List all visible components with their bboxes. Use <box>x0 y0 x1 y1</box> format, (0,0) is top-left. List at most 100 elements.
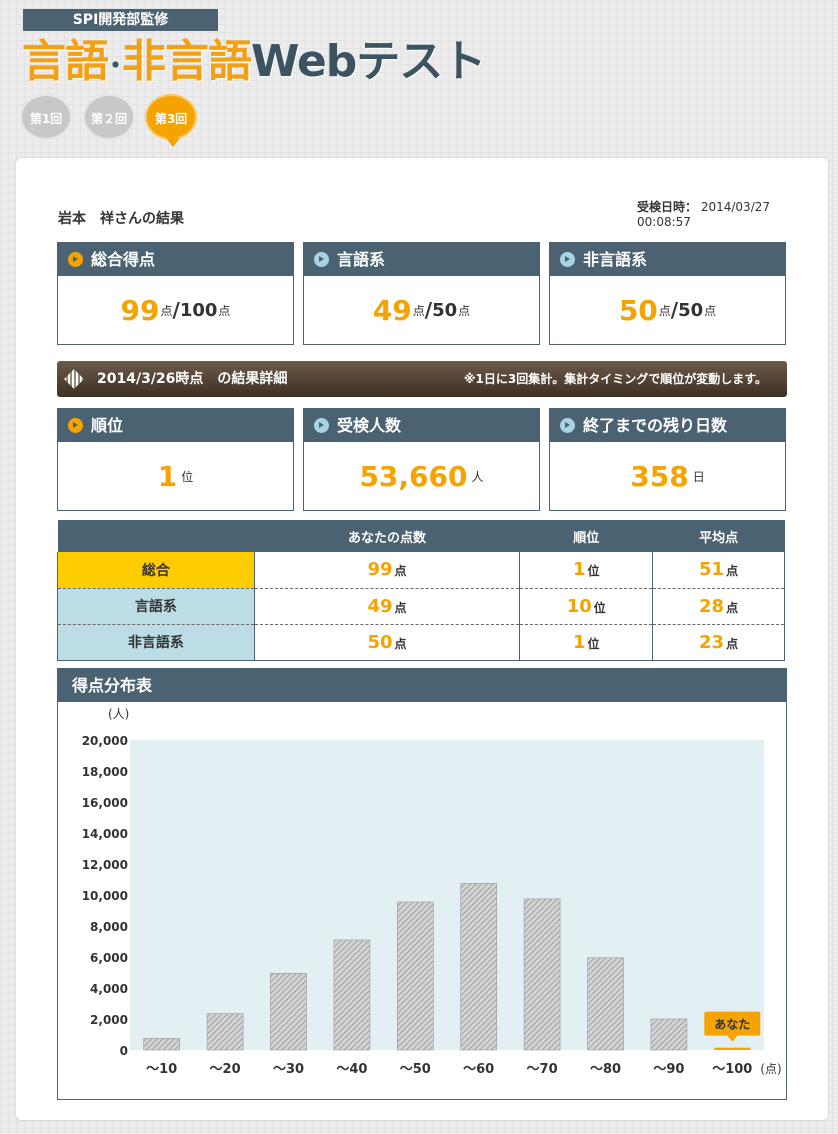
box-header: 言語系 <box>304 243 539 276</box>
table-header <box>57 520 255 552</box>
arrow-bullet-icon <box>68 417 83 433</box>
box-header: 総合得点 <box>58 243 293 276</box>
cell-unit: 位 <box>587 564 600 579</box>
bar <box>523 898 561 1051</box>
stat-value: 1 <box>157 459 178 493</box>
row-label: 総合 <box>57 552 255 589</box>
row-rank: 10 位 <box>519 588 653 625</box>
box-body: 358 日 <box>550 442 785 510</box>
you-marker-label: あなた <box>714 1018 750 1032</box>
result-name: 岩本 祥さんの結果 <box>58 211 184 227</box>
score-max-unit: 点 <box>704 303 717 318</box>
x-tick-label: 〜40 <box>336 1062 367 1077</box>
cell-value: 10 <box>566 595 592 617</box>
cell-unit: 点 <box>394 636 407 651</box>
box-body: 1位 <box>58 442 293 510</box>
score-max-unit: 点 <box>218 303 231 318</box>
box-title: 受検人数 <box>337 416 402 435</box>
bar <box>587 957 624 1051</box>
box-title: 非言語系 <box>583 250 648 269</box>
table-header: 順位 <box>519 520 653 552</box>
bar <box>143 1038 180 1051</box>
score-max: 50 <box>678 299 704 321</box>
logo-part-higengo: 非言語 <box>122 36 252 87</box>
round-tab-1[interactable]: 第1回 <box>20 94 72 140</box>
x-tick-label: 〜50 <box>400 1062 431 1077</box>
x-tick-label: 〜10 <box>146 1062 177 1077</box>
supervise-banner: SPI開発部監修 <box>23 9 218 31</box>
cell-value: 23 <box>699 631 725 653</box>
logo-part-gengo: 言語 <box>22 36 109 87</box>
row-score: 49 点 <box>253 588 520 625</box>
score-unit: 点 <box>160 303 173 318</box>
score-distribution-panel: 得点分布表 (人) 0 2,000 4,000 6,000 8,000 10,000 12,… <box>57 668 787 1100</box>
y-tick-label: 8,000 <box>90 920 128 934</box>
y-tick-label: 14,000 <box>82 827 128 841</box>
y-tick-label: 12,000 <box>82 858 128 872</box>
row-rank: 1位 <box>519 552 653 589</box>
round-tab-label: 第２回 <box>90 112 127 126</box>
box-header: 受検人数 <box>304 409 539 442</box>
cell-value: 99 <box>367 559 393 581</box>
score-table: あなたの点数 順位 平均点 総合 99 点 1位 51 点 言語系 49 点 10 位 … <box>57 520 785 661</box>
table-header: 平均点 <box>652 520 785 552</box>
arrow-bullet-icon <box>560 417 575 433</box>
arrow-bullet-icon <box>314 417 329 433</box>
box-title: 終了までの残り日数 <box>583 416 728 435</box>
nonverbal-score-box: 非言語系 50 点/50 点 <box>549 242 786 345</box>
x-tick-label: 〜70 <box>527 1062 558 1077</box>
verbal-score-box: 言語系 49 点/50 点 <box>303 242 540 345</box>
stat-unit: 人 <box>471 469 484 484</box>
row-label: 非言語系 <box>57 624 255 661</box>
row-avg: 23 点 <box>652 624 785 661</box>
plot-background <box>130 740 764 1050</box>
score-unit: 点 <box>412 303 425 318</box>
x-tick-label: 〜60 <box>463 1062 494 1077</box>
y-tick-label: 10,000 <box>82 889 128 903</box>
exam-time-label: 受検日時： <box>637 200 698 214</box>
diamond-icon <box>64 369 84 389</box>
score-distribution-chart: (人) 0 2,000 4,000 6,000 8,000 10,000 12,000 14,… <box>82 707 782 1077</box>
table-header-row: あなたの点数 順位 平均点 <box>57 520 785 552</box>
score-value: 99 <box>120 293 160 327</box>
row-rank: 1位 <box>519 624 653 661</box>
row-avg: 28 点 <box>652 588 785 625</box>
row-avg: 51 点 <box>652 552 785 589</box>
bar <box>650 1018 688 1051</box>
y-tick-label: 4,000 <box>90 982 128 996</box>
score-value: 50 <box>618 293 658 327</box>
active-pointer-icon <box>166 138 180 147</box>
bar <box>396 901 434 1051</box>
site-logo: 言語･非言語Webテスト <box>22 34 486 90</box>
x-tick-label: 〜100 <box>712 1062 752 1077</box>
remaining-days-box: 終了までの残り日数 358 日 <box>549 408 786 511</box>
cell-unit: 位 <box>587 636 600 651</box>
detail-title: 2014/3/26時点 の結果詳細 <box>97 371 288 387</box>
cell-unit: 点 <box>394 564 407 579</box>
score-slash: / <box>172 298 180 322</box>
chart-panel-title: 得点分布表 <box>58 669 786 702</box>
table-row: 非言語系 50 点 1位 23 点 <box>57 624 785 661</box>
total-score-box: 総合得点 99 点/100 点 <box>57 242 294 345</box>
detail-bar: 2014/3/26時点 の結果詳細 ※1日に3回集計。集計タイミングで順位が変動… <box>57 361 787 397</box>
arrow-bullet-icon <box>68 251 83 267</box>
round-tab-3[interactable]: 第3回 <box>145 94 197 147</box>
score-unit: 点 <box>658 303 671 318</box>
stat-unit: 日 <box>692 469 705 484</box>
box-title: 総合得点 <box>91 250 156 269</box>
box-body: 49 点/50 点 <box>304 276 539 344</box>
round-tab-2[interactable]: 第２回 <box>83 94 135 140</box>
score-max: 100 <box>179 299 218 321</box>
arrow-bullet-icon <box>314 251 329 267</box>
table-header: あなたの点数 <box>254 520 520 552</box>
rank-box: 順位 1位 <box>57 408 294 511</box>
score-max: 50 <box>432 299 458 321</box>
round-tab-label: 第1回 <box>29 112 63 126</box>
box-header: 非言語系 <box>550 243 785 276</box>
cell-value: 49 <box>367 595 393 617</box>
y-axis-label: (人) <box>108 707 129 721</box>
x-tick-label: 〜90 <box>653 1062 684 1077</box>
exam-date: 2014/03/27 <box>700 200 771 214</box>
box-header: 終了までの残り日数 <box>550 409 785 442</box>
table-row: 総合 99 点 1位 51 点 <box>57 552 785 589</box>
